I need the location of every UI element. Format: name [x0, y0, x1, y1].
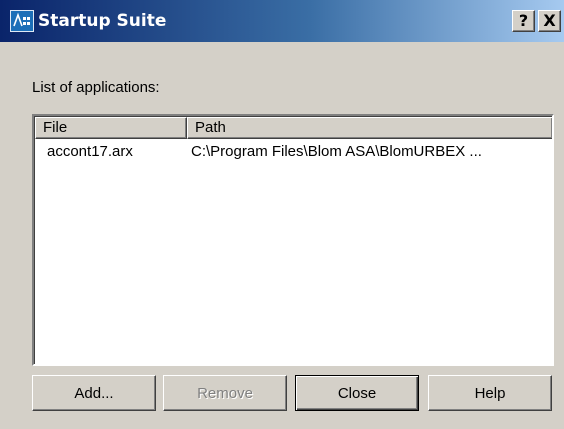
- startup-suite-dialog: Startup Suite ? X List of applications: …: [0, 0, 564, 429]
- title-bar[interactable]: Startup Suite ? X: [0, 0, 564, 42]
- applications-list[interactable]: File Path accont17.arx C:\Program Files\…: [32, 114, 554, 366]
- column-header-path[interactable]: Path: [187, 117, 552, 139]
- list-item-path: C:\Program Files\Blom ASA\BlomURBEX ...: [191, 143, 482, 160]
- help-button[interactable]: Help: [428, 375, 552, 411]
- remove-button[interactable]: Remove: [163, 375, 287, 411]
- add-button[interactable]: Add...: [32, 375, 156, 411]
- list-item[interactable]: accont17.arx C:\Program Files\Blom ASA\B…: [35, 142, 552, 162]
- window-title: Startup Suite: [38, 11, 167, 31]
- help-caption-button[interactable]: ?: [512, 10, 535, 32]
- close-button[interactable]: Close: [295, 375, 419, 411]
- list-item-file: accont17.arx: [47, 143, 133, 160]
- column-header-file[interactable]: File: [35, 117, 187, 139]
- list-header: File Path: [35, 117, 552, 139]
- list-caption: List of applications:: [32, 79, 160, 96]
- close-caption-button[interactable]: X: [538, 10, 561, 32]
- app-icon: [10, 10, 34, 32]
